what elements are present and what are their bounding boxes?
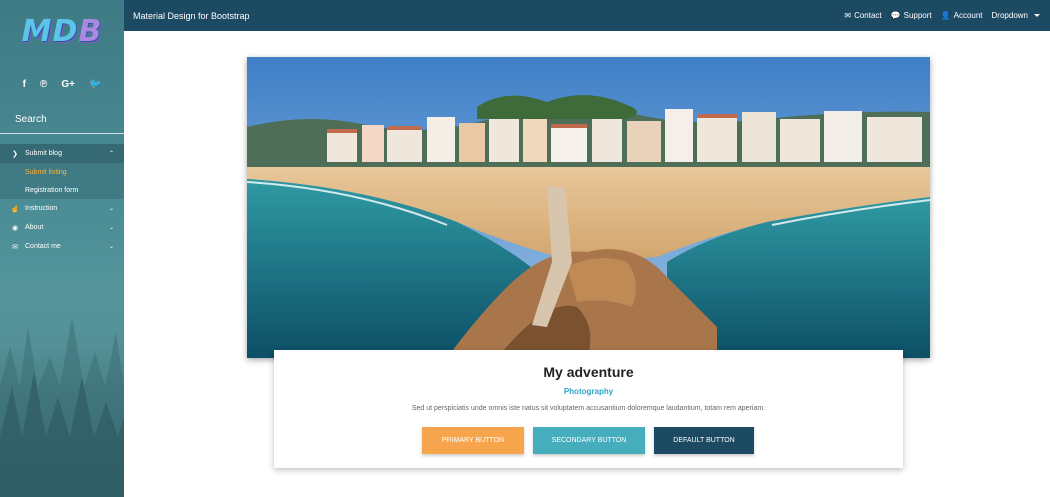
eye-icon: ◉: [11, 224, 19, 232]
nav-dropdown[interactable]: Dropdown: [992, 11, 1040, 20]
twitter-icon[interactable]: 🐦: [89, 79, 101, 90]
hand-pointer-icon: ☝: [10, 205, 20, 213]
envelope-icon: ✉: [844, 11, 852, 20]
sidebar: MDB f ℗ G+ 🐦 Search ❯ Submit blog ⌃ Subm…: [0, 0, 124, 497]
logo[interactable]: MDB: [22, 14, 103, 49]
user-icon: 👤: [940, 11, 951, 20]
sidebar-item-instruction[interactable]: ☝ Instruction ⌄: [0, 199, 124, 218]
chevron-down-icon: ⌄: [108, 244, 114, 250]
secondary-button[interactable]: SECONDARY BUTTON: [533, 427, 645, 454]
envelope-icon: ✉: [12, 243, 18, 251]
google-plus-icon[interactable]: G+: [61, 79, 75, 90]
hero-image: [247, 57, 930, 358]
nav-link-support[interactable]: 💬 Support: [891, 11, 932, 20]
navbar-links: ✉ Contact 💬 Support 👤 Account Dropdown: [844, 11, 1040, 20]
caret-down-icon: [1034, 14, 1040, 17]
nav-link-account[interactable]: 👤 Account: [941, 11, 983, 20]
beach-photo: [247, 57, 930, 358]
submit-blog-submenu: Submit listing Registration form: [0, 163, 124, 199]
sidebar-item-label: Contact me: [25, 243, 61, 250]
sidebar-item-label: Submit blog: [25, 150, 62, 157]
social-links: f ℗ G+ 🐦: [0, 62, 124, 106]
nav-link-contact[interactable]: ✉ Contact: [844, 11, 881, 20]
top-navbar: Material Design for Bootstrap ✉ Contact …: [124, 0, 1050, 31]
chevron-up-icon: ⌃: [108, 151, 114, 157]
pinterest-icon[interactable]: ℗: [40, 79, 47, 90]
primary-button[interactable]: PRIMARY BUTTON: [422, 427, 524, 454]
chevron-right-icon: ❯: [12, 150, 18, 158]
comments-icon: 💬: [890, 11, 901, 20]
chevron-down-icon: ⌄: [108, 206, 114, 212]
card-subtitle: Photography: [563, 387, 614, 396]
sidebar-item-label: Instruction: [25, 205, 58, 212]
sidebar-item-about[interactable]: ◉ About ⌄: [0, 218, 124, 237]
facebook-icon[interactable]: f: [23, 79, 26, 90]
default-button[interactable]: DEFAULT BUTTON: [654, 427, 754, 454]
sidebar-search-input[interactable]: Search: [0, 106, 124, 134]
sidebar-item-submit-blog[interactable]: ❯ Submit blog ⌃: [0, 144, 124, 163]
card-text: Sed ut perspiciatis unde omnis iste natu…: [411, 405, 766, 412]
chevron-down-icon: ⌄: [108, 225, 114, 231]
sidebar-subitem-registration-form[interactable]: Registration form: [0, 181, 124, 199]
sidebar-item-label: About: [25, 224, 44, 231]
sidebar-item-contact-me[interactable]: ✉ Contact me ⌄: [0, 237, 124, 256]
logo-area: MDB: [0, 0, 124, 62]
forest-background: [0, 237, 124, 497]
card-title: My adventure: [543, 364, 634, 380]
navbar-brand[interactable]: Material Design for Bootstrap: [133, 11, 250, 21]
sidebar-menu: ❯ Submit blog ⌃ Submit listing Registrat…: [0, 144, 124, 256]
adventure-card: My adventure Photography Sed ut perspici…: [274, 350, 903, 468]
search-label: Search: [15, 114, 47, 125]
sidebar-subitem-submit-listing[interactable]: Submit listing: [0, 163, 124, 181]
